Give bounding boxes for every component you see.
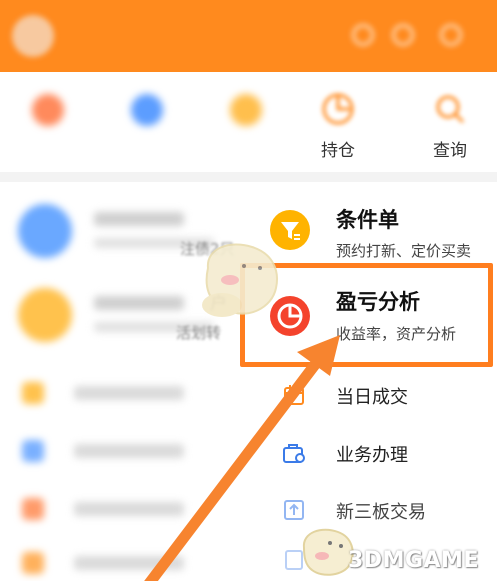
list-item — [14, 372, 244, 412]
menu-item-daily-trades[interactable]: 当日成交 — [248, 370, 497, 420]
menu-item-neeq-trading[interactable]: 新三板交易 — [248, 486, 497, 536]
list-item — [14, 488, 244, 528]
avatar — [18, 204, 72, 258]
list-icon — [22, 552, 44, 574]
quick-entry-sell[interactable] — [107, 86, 187, 162]
avatar[interactable] — [12, 15, 54, 57]
list-item — [14, 430, 244, 470]
list-icon — [22, 382, 44, 404]
query-icon — [436, 95, 465, 124]
upload-icon — [284, 500, 304, 520]
menu-item-conditional-order[interactable]: 条件单 预约打新、定价买卖 — [248, 192, 497, 272]
menu-item-label: 当日成交 — [336, 387, 408, 408]
placeholder-bar — [74, 556, 184, 570]
background-text: 户 — [210, 294, 227, 314]
watermark-text: 3DMGAME — [348, 548, 479, 573]
background-text: 活划转 — [176, 324, 222, 342]
quick-entry-query[interactable]: 查询 — [410, 86, 490, 162]
avatar — [18, 288, 72, 342]
placeholder-bar — [94, 212, 184, 226]
sell-icon — [131, 94, 163, 126]
background-text: 注债2只 — [180, 240, 235, 258]
cancel-icon — [230, 94, 262, 126]
quick-entry-label: 查询 — [433, 141, 467, 161]
holdings-icon — [322, 93, 354, 125]
quick-entry-row: 持仓 查询 — [0, 72, 497, 172]
search-icon[interactable] — [352, 24, 374, 46]
quick-entry-buy[interactable] — [8, 86, 88, 162]
section-divider — [0, 172, 497, 182]
list-icon — [22, 498, 44, 520]
quick-entry-cancel[interactable] — [206, 86, 286, 162]
top-header — [0, 0, 497, 72]
funnel-icon — [270, 210, 310, 250]
briefcase-icon — [283, 444, 305, 463]
list-item — [14, 542, 244, 581]
menu-item-label: 业务办理 — [336, 445, 408, 466]
more-icon[interactable] — [440, 24, 462, 46]
document-icon — [285, 550, 303, 570]
menu-item-label: 新三板交易 — [336, 502, 426, 523]
list-icon — [22, 440, 44, 462]
placeholder-bar — [74, 502, 184, 516]
buy-icon — [32, 94, 64, 126]
placeholder-bar — [94, 296, 184, 310]
highlight-frame — [240, 263, 493, 367]
quick-entry-holdings[interactable]: 持仓 — [298, 86, 378, 162]
more-functions-menu: 条件单 预约打新、定价买卖 盈亏分析 收益率，资产分析 当日成交 业务办理 新三… — [248, 182, 497, 581]
message-icon[interactable] — [392, 24, 414, 46]
quick-entry-label: 持仓 — [321, 141, 355, 161]
calendar-icon — [284, 385, 304, 405]
menu-item-business[interactable]: 业务办理 — [248, 428, 497, 478]
placeholder-bar — [74, 444, 184, 458]
menu-item-subtitle: 预约打新、定价买卖 — [336, 242, 472, 260]
menu-item-title: 条件单 — [336, 208, 399, 232]
placeholder-bar — [74, 386, 184, 400]
